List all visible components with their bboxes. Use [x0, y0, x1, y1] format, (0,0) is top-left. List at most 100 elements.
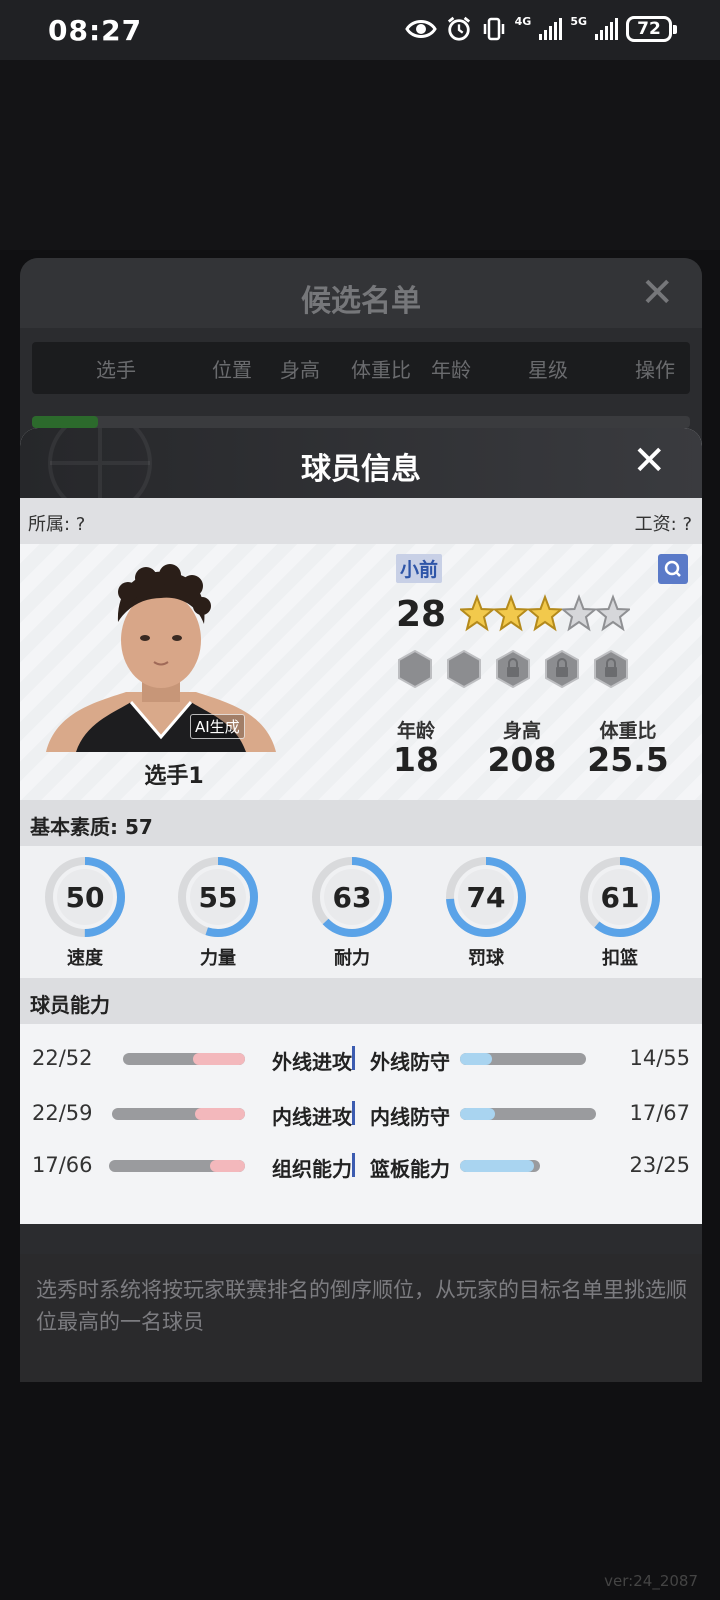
candidate-list-title: 候选名单	[301, 284, 421, 319]
outside-defense-label: 外线防守	[370, 1050, 450, 1074]
candidate-list-footer: 选秀时系统将按玩家联赛排名的倒序顺位，从玩家的目标名单里挑选顺位最高的一名球员	[20, 1254, 702, 1382]
column-position: 位置	[212, 357, 252, 382]
attribute-label: 耐力	[334, 948, 370, 969]
eye-icon	[404, 20, 437, 38]
attribute-dunk: 61 扣篮	[575, 854, 665, 970]
candidate-row-placeholder	[32, 416, 690, 428]
version-label: ver:24_2087	[604, 1572, 698, 1590]
age-value: 18	[393, 740, 439, 779]
star-rating	[460, 594, 630, 634]
inside-offense-value: 22/59	[32, 1101, 93, 1125]
column-stars: 星级	[528, 357, 568, 382]
age-label: 年龄	[396, 720, 435, 742]
search-icon	[664, 560, 681, 577]
inside-offense-bar	[112, 1108, 245, 1120]
outside-offense-bar	[123, 1053, 245, 1065]
player-name: 选手1	[144, 764, 204, 789]
column-action: 操作	[635, 357, 675, 382]
attribute-ring: 74	[446, 857, 526, 937]
status-icons: 4G 5G 72	[404, 14, 677, 42]
player-affiliation: 所属: ?	[28, 514, 86, 535]
basic-attributes: 50 速度 55 力量 63 耐力 74 罚球 61 扣篮	[20, 846, 702, 978]
candidate-table-header: 选手 位置 身高 体重比 年龄 星级 操作	[32, 342, 690, 394]
candidate-list-header: 候选名单 ✕	[20, 258, 702, 328]
attribute-speed: 50 速度	[40, 854, 130, 970]
attribute-label: 力量	[200, 948, 236, 969]
trait-badges	[398, 650, 628, 688]
network-type-1: 4G	[514, 14, 532, 28]
attribute-value: 61	[601, 881, 640, 914]
attribute-ring: 63	[312, 857, 392, 937]
locked-badge-icon	[496, 650, 530, 688]
attribute-label: 扣篮	[602, 948, 638, 969]
player-info-header: 球员信息 ✕	[20, 428, 702, 508]
player-info-close-button[interactable]: ✕	[632, 438, 666, 484]
rebounding-label: 篮板能力	[370, 1157, 450, 1181]
rebounding-bar	[460, 1160, 540, 1172]
height-value: 208	[487, 740, 557, 779]
filled-star-icon	[494, 594, 528, 632]
position-tag: 小前	[396, 554, 443, 583]
player-abilities: 22/52 外线进攻 外线防守 14/55 22/59 内线进攻 内线防守 17…	[20, 1024, 702, 1224]
column-height: 身高	[280, 357, 320, 382]
attribute-ring: 55	[178, 857, 258, 937]
weight-ratio-label: 体重比	[599, 720, 657, 742]
attribute-free-throw: 74 罚球	[441, 854, 531, 970]
candidate-list-close-button[interactable]: ✕	[640, 270, 674, 316]
ability-row-inside: 22/59 内线进攻 内线防守 17/67	[20, 1095, 702, 1135]
filled-star-icon	[528, 594, 562, 632]
player-detail-button[interactable]	[658, 554, 688, 584]
outside-defense-bar	[460, 1053, 586, 1065]
column-age: 年龄	[431, 357, 471, 382]
column-weight-ratio: 体重比	[351, 357, 411, 382]
attribute-stamina: 63 耐力	[307, 854, 397, 970]
player-info-title: 球员信息	[301, 452, 421, 487]
ability-separator	[352, 1046, 355, 1070]
height-label: 身高	[502, 720, 541, 742]
ability-separator	[352, 1101, 355, 1125]
attribute-value: 63	[333, 881, 372, 914]
inside-defense-label: 内线防守	[370, 1105, 450, 1129]
player-abilities-title: 球员能力	[20, 978, 702, 1024]
outside-defense-value: 14/55	[629, 1046, 690, 1070]
player-profile: AI生成 选手1 小前 28 年龄 18 身高 208 体重比 25.5	[20, 544, 702, 800]
signal-icon	[595, 18, 618, 40]
ability-row-outside: 22/52 外线进攻 外线防守 14/55	[20, 1040, 702, 1080]
column-player: 选手	[96, 357, 136, 382]
status-time: 08:27	[48, 14, 143, 47]
attribute-value: 74	[467, 881, 506, 914]
filled-star-icon	[460, 594, 494, 632]
badge-slot-icon	[447, 650, 481, 688]
inside-defense-bar	[460, 1108, 596, 1120]
player-meta-row: 所属: ? 工资: ?	[20, 498, 702, 544]
outside-offense-label: 外线进攻	[272, 1050, 352, 1074]
network-type-2: 5G	[570, 14, 587, 28]
overall-rating: 28	[396, 594, 447, 635]
locked-badge-icon	[545, 650, 579, 688]
attribute-value: 50	[66, 881, 105, 914]
playmaking-bar	[109, 1160, 245, 1172]
background-game-header	[0, 60, 720, 250]
draft-rule-note: 选秀时系统将按玩家联赛排名的倒序顺位，从玩家的目标名单里挑选顺位最高的一名球员	[36, 1278, 687, 1334]
empty-star-icon	[562, 594, 596, 632]
attribute-ring: 61	[580, 857, 660, 937]
attribute-value: 55	[199, 881, 238, 914]
inside-defense-value: 17/67	[629, 1101, 690, 1125]
attribute-label: 罚球	[468, 948, 504, 969]
player-salary: 工资: ?	[634, 514, 692, 535]
outside-offense-value: 22/52	[32, 1046, 93, 1070]
weight-ratio-value: 25.5	[587, 740, 669, 779]
playmaking-value: 17/66	[32, 1153, 93, 1177]
attribute-label: 速度	[67, 948, 103, 969]
empty-star-icon	[596, 594, 630, 632]
badge-slot-icon	[398, 650, 432, 688]
player-info-dialog: 球员信息 ✕ 所属: ? 工资: ? AI生成 选手1 小前 28 年龄 18 …	[20, 428, 702, 1224]
ability-separator	[352, 1153, 355, 1177]
ability-row-playmaking: 17/66 组织能力 篮板能力 23/25	[20, 1147, 702, 1187]
attribute-strength: 55 力量	[173, 854, 263, 970]
battery-indicator: 72	[626, 16, 677, 42]
basic-attributes-title: 基本素质: 57	[20, 800, 702, 846]
signal-icon	[539, 18, 563, 40]
locked-badge-icon	[594, 650, 628, 688]
rebounding-value: 23/25	[629, 1153, 690, 1177]
